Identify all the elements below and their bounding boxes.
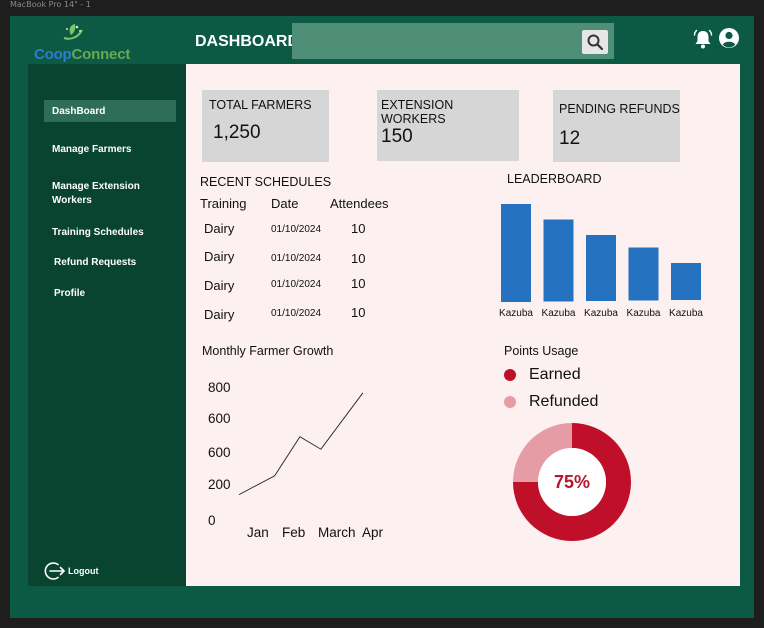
y-tick-label: 0 — [208, 513, 216, 528]
stat-card-value: 150 — [381, 126, 413, 147]
frame-label: MacBook Pro 14" - 1 — [10, 0, 91, 9]
legend-earned: Earned — [504, 366, 581, 384]
earned-dot — [504, 369, 516, 381]
sidebar-item-refund-requests[interactable]: Refund Requests — [54, 256, 180, 270]
search-bar[interactable] — [292, 23, 614, 59]
leaf-logo-icon — [63, 24, 83, 40]
logo-text: CoopConnect — [34, 46, 131, 63]
user-icon[interactable] — [718, 27, 740, 49]
schedule-attendees: 10 — [351, 276, 366, 291]
stat-card-total-farmers: TOTAL FARMERS 1,250 — [202, 90, 329, 162]
schedule-date: 01/10/2024 — [271, 308, 322, 319]
x-tick-label: Apr — [362, 525, 384, 540]
search-button[interactable] — [582, 30, 608, 54]
schedule-date: 01/10/2024 — [271, 253, 322, 264]
schedule-date: 01/10/2024 — [271, 224, 322, 235]
growth-line — [238, 392, 364, 495]
leaderboard-bar — [671, 263, 701, 300]
schedule-training: Dairy — [204, 221, 235, 236]
y-tick-label: 600 — [208, 411, 231, 426]
stat-card-value: 1,250 — [213, 122, 261, 143]
schedule-date: 01/10/2024 — [271, 279, 322, 290]
leaderboard-bar-label: Kazuba — [627, 308, 661, 319]
sidebar-item-manage-farmers[interactable]: Manage Farmers — [52, 143, 178, 157]
schedules-header-date: Date — [271, 196, 299, 211]
stat-card-label: TOTAL FARMERS — [209, 98, 312, 112]
logout-icon — [44, 562, 65, 580]
leaderboard-bar-label: Kazuba — [584, 308, 618, 319]
schedule-attendees: 10 — [351, 221, 366, 236]
leaderboard-bar-label: Kazuba — [499, 308, 533, 319]
legend-earned-label: Earned — [529, 366, 581, 383]
y-tick-label: 600 — [208, 445, 231, 460]
y-tick-label: 200 — [208, 477, 231, 492]
leaderboard-bar-label: Kazuba — [669, 308, 703, 319]
sidebar: DashBoard Manage Farmers Manage Extensio… — [28, 64, 186, 586]
schedules-header-attendees: Attendees — [330, 196, 389, 211]
leaderboard-bar — [501, 204, 531, 302]
app-window: CoopConnect DASHBOARD DashBoard Manage F… — [10, 16, 754, 618]
leaderboard-bar-label: Kazuba — [542, 308, 576, 319]
leaderboard-bar — [586, 235, 616, 301]
leaderboard-chart: Kazuba Kazuba Kazuba Kazuba Kazuba — [499, 204, 703, 319]
logo: CoopConnect — [34, 22, 144, 66]
points-usage-title: Points Usage — [504, 344, 579, 358]
schedule-attendees: 10 — [351, 251, 366, 266]
stat-card-label: EXTENSION WORKERS — [381, 98, 454, 126]
donut-center-label: 75% — [554, 472, 590, 492]
schedules-title: RECENT SCHEDULES — [200, 175, 332, 189]
sidebar-item-dashboard[interactable]: DashBoard — [44, 100, 176, 122]
growth-chart: 800 600 600 200 0 Jan Feb March Apr — [208, 380, 384, 540]
schedule-training: Dairy — [204, 278, 235, 293]
logout-label: Logout — [68, 566, 99, 576]
schedule-attendees: 10 — [351, 305, 366, 320]
legend-refunded: Refunded — [504, 393, 598, 411]
search-icon — [587, 34, 604, 51]
x-tick-label: Jan — [247, 525, 269, 540]
stat-card-extension-workers: EXTENSION WORKERS 150 — [377, 90, 519, 161]
x-tick-label: Feb — [282, 525, 305, 540]
y-tick-label: 800 — [208, 380, 231, 395]
schedule-training: Dairy — [204, 249, 235, 264]
growth-chart-title: Monthly Farmer Growth — [202, 344, 334, 358]
leaderboard-bar — [628, 247, 659, 301]
refunded-dot — [504, 396, 516, 408]
stat-card-pending-refunds: PENDING REFUNDS 12 — [553, 90, 680, 162]
schedule-training: Dairy — [204, 307, 235, 322]
page-title: DASHBOARD — [195, 33, 299, 50]
logout-button[interactable]: Logout — [44, 560, 99, 582]
leaderboard-title: LEADERBOARD — [507, 172, 602, 186]
stat-card-label: PENDING REFUNDS — [559, 102, 680, 116]
sidebar-item-manage-extension-workers[interactable]: Manage Extension Workers — [52, 180, 162, 208]
stat-card-value: 12 — [559, 128, 581, 149]
legend-refunded-label: Refunded — [529, 393, 599, 410]
x-tick-label: March — [318, 525, 356, 540]
bell-icon[interactable] — [692, 28, 714, 50]
sidebar-item-profile[interactable]: Profile — [54, 287, 180, 301]
points-usage-donut: 75% — [513, 423, 631, 541]
schedules-header-training: Training — [200, 196, 247, 211]
sidebar-item-training-schedules[interactable]: Training Schedules — [52, 226, 178, 240]
leaderboard-bar — [543, 219, 574, 302]
main-content: TOTAL FARMERS 1,250 EXTENSION WORKERS 15… — [186, 64, 740, 586]
